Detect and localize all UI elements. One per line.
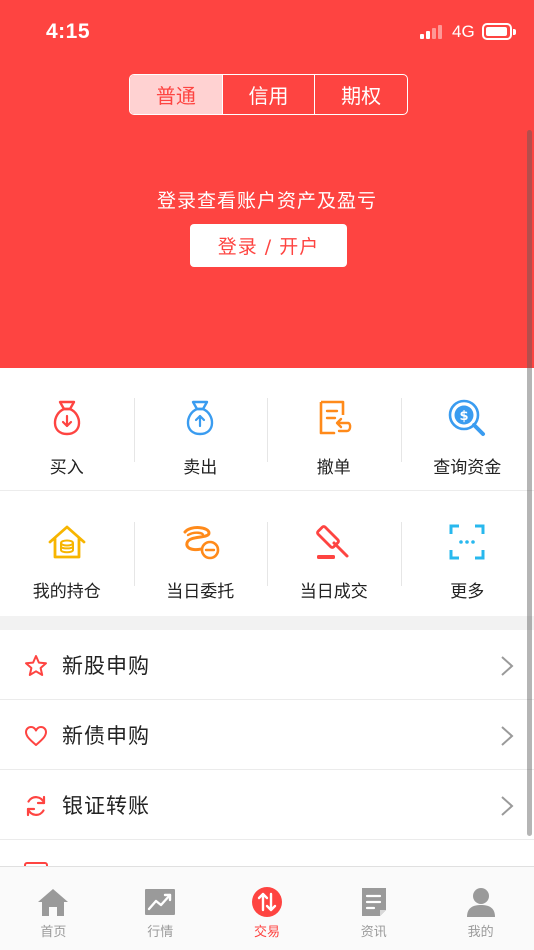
star-icon [25,655,47,676]
bottom-tab-bar: 首页 行情 交易 资讯 我的 [0,866,534,950]
action-more-label: 更多 [450,582,485,602]
chevron-right-icon [501,656,514,676]
action-more[interactable]: 更多 [400,492,534,615]
tab-mine[interactable]: 我的 [427,867,534,950]
tab-credit[interactable]: 信用 [223,75,316,114]
action-buy-label: 买入 [49,458,84,478]
tab-trade-label: 交易 [253,925,280,940]
service-menu-list: 新股申购 新债申购 银证转账 [0,630,534,870]
chevron-right-icon [501,796,514,816]
menu-item-label: 银证转账 [62,794,150,818]
battery-icon [482,23,516,40]
menu-item-bond-subscribe[interactable]: 新债申购 [0,700,534,770]
account-type-tabs: 普通 信用 期权 [129,74,408,115]
search-funds-icon: $ [445,396,489,440]
login-open-account-button[interactable]: 登录 / 开户 [190,224,347,267]
trade-arrows-icon [250,885,284,919]
home-icon [36,885,70,919]
menu-item-label: 新债申购 [62,724,150,748]
action-holdings[interactable]: 我的持仓 [0,492,134,615]
action-today-deals[interactable]: 当日成交 [267,492,401,615]
tab-options[interactable]: 期权 [315,75,407,114]
gavel-icon [312,520,356,564]
action-buy[interactable]: 买入 [0,368,134,490]
news-icon [357,885,391,919]
network-type: 4G [452,22,475,41]
scan-more-icon [445,520,489,564]
scrollbar[interactable] [527,130,532,836]
status-bar: 4:15 4G [0,0,534,64]
action-cancel-label: 撤单 [316,458,351,478]
chart-icon [143,885,177,919]
action-sell[interactable]: 卖出 [133,368,268,490]
tab-home-label: 首页 [40,925,67,940]
holdings-house-icon [45,520,89,564]
action-cancel-order[interactable]: 撤单 [267,368,401,490]
login-hint: 登录查看账户资产及盈亏 [156,190,377,212]
tab-market-label: 行情 [147,925,174,940]
action-entrust-label: 当日委托 [166,582,235,602]
money-bag-up-icon [178,396,222,440]
money-bag-down-icon [45,396,89,440]
tab-market[interactable]: 行情 [107,867,214,950]
cancel-order-icon [312,396,356,440]
menu-item-ipo-subscribe[interactable]: 新股申购 [0,630,534,700]
action-sell-label: 卖出 [183,458,218,478]
entrust-rope-icon [178,520,222,564]
action-holdings-label: 我的持仓 [32,582,101,602]
tab-news-label: 资讯 [360,925,387,940]
action-today-entrust[interactable]: 当日委托 [133,492,268,615]
profile-icon [464,885,498,919]
tab-mine-label: 我的 [467,925,494,940]
trade-actions-grid: 买入 卖出 撤单 $ 查询资金 我的持仓 当日委托 当日成交 更多 [0,368,534,616]
heart-icon [25,726,47,746]
action-deals-label: 当日成交 [299,582,368,602]
status-time: 4:15 [46,20,91,43]
tab-normal[interactable]: 普通 [130,75,223,114]
menu-item-bank-transfer[interactable]: 银证转账 [0,770,534,840]
tab-news[interactable]: 资讯 [320,867,427,950]
action-query-funds[interactable]: $ 查询资金 [400,368,534,490]
chevron-right-icon [501,726,514,746]
menu-item-label: 新股申购 [62,654,150,678]
svg-text:$: $ [460,409,469,424]
tab-home[interactable]: 首页 [0,867,107,950]
tab-trade[interactable]: 交易 [214,867,321,950]
signal-icon [420,25,446,39]
action-query-label: 查询资金 [433,458,502,478]
header-banner: 4:15 4G 普通 信用 期权 登录查看账户资产及盈亏 登录 / 开户 [0,0,534,368]
refresh-icon [26,795,46,817]
